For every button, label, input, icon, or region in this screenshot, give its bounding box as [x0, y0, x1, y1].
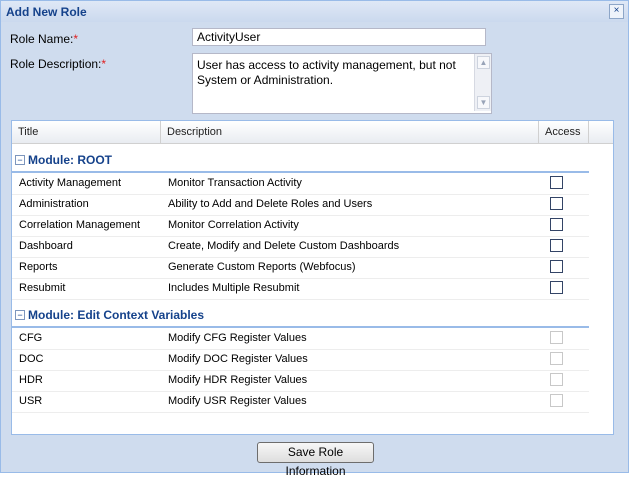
row-title: Administration [19, 198, 89, 210]
column-header-description[interactable]: Description [161, 121, 539, 143]
row-title: Dashboard [19, 240, 73, 252]
row-description: Monitor Correlation Activity [168, 219, 299, 231]
row-title: USR [19, 395, 43, 407]
access-checkbox[interactable] [550, 176, 563, 189]
role-name-label: Role Name:* [10, 32, 78, 46]
role-description-label-text: Role Description: [10, 57, 102, 71]
group-title: Module: ROOT [28, 153, 112, 167]
scroll-down-icon[interactable]: ▼ [477, 96, 490, 109]
row-title: Correlation Management [19, 219, 141, 231]
grid-header: Title Description Access [12, 121, 613, 144]
table-row: CFG Modify CFG Register Values [12, 328, 589, 350]
row-description: Create, Modify and Delete Custom Dashboa… [168, 240, 400, 252]
access-checkbox[interactable] [550, 197, 563, 210]
column-header-access[interactable]: Access [539, 121, 589, 143]
row-title: Reports [19, 261, 58, 273]
role-description-value: User has access to activity management, … [197, 58, 456, 87]
table-row: Reports Generate Custom Reports (Webfocus… [12, 257, 589, 279]
table-row: Resubmit Includes Multiple Resubmit [12, 278, 589, 300]
dialog-title: Add New Role [6, 5, 87, 19]
role-description-label: Role Description:* [10, 57, 106, 71]
access-checkbox[interactable] [550, 239, 563, 252]
role-name-label-text: Role Name: [10, 32, 74, 46]
role-name-input[interactable] [192, 28, 486, 46]
row-description: Modify HDR Register Values [168, 374, 308, 386]
row-description: Includes Multiple Resubmit [168, 282, 300, 294]
group-header-root[interactable]: − Module: ROOT [12, 151, 589, 173]
role-description-textarea[interactable]: User has access to activity management, … [192, 53, 492, 114]
table-row: USR Modify USR Register Values [12, 391, 589, 413]
row-description: Modify DOC Register Values [168, 353, 308, 365]
row-title: Resubmit [19, 282, 66, 294]
access-checkbox-disabled [550, 373, 563, 386]
access-checkbox-disabled [550, 394, 563, 407]
column-header-title[interactable]: Title [12, 121, 161, 143]
row-description: Monitor Transaction Activity [168, 177, 302, 189]
dialog-titlebar: Add New Role × [1, 1, 628, 22]
table-row: DOC Modify DOC Register Values [12, 349, 589, 371]
table-row: Correlation Management Monitor Correlatio… [12, 215, 589, 237]
close-icon[interactable]: × [609, 4, 624, 19]
row-description: Modify CFG Register Values [168, 332, 307, 344]
group-header-edit-context-variables[interactable]: − Module: Edit Context Variables [12, 306, 589, 328]
table-row: Dashboard Create, Modify and Delete Custo… [12, 236, 589, 258]
permissions-grid: Title Description Access − Module: ROOT … [11, 120, 614, 435]
required-marker: * [73, 32, 79, 46]
add-role-dialog: Add New Role × Role Name:* Role Descript… [0, 0, 629, 478]
row-description: Modify USR Register Values [168, 395, 307, 407]
access-checkbox-disabled [550, 331, 563, 344]
row-title: DOC [19, 353, 44, 365]
scroll-up-icon[interactable]: ▲ [477, 56, 490, 69]
row-title: CFG [19, 332, 43, 344]
collapse-icon[interactable]: − [15, 310, 25, 320]
save-role-button[interactable]: Save Role Information [257, 442, 374, 478]
access-checkbox[interactable] [550, 260, 563, 273]
description-scrollbar[interactable]: ▲ ▼ [474, 54, 491, 111]
row-description: Generate Custom Reports (Webfocus) [168, 261, 356, 273]
collapse-icon[interactable]: − [15, 155, 25, 165]
group-title: Module: Edit Context Variables [28, 308, 205, 322]
table-row: Activity Management Monitor Transaction A… [12, 173, 589, 195]
access-checkbox-disabled [550, 352, 563, 365]
access-checkbox[interactable] [550, 281, 563, 294]
row-description: Ability to Add and Delete Roles and User… [168, 198, 373, 210]
row-title: HDR [19, 374, 43, 386]
table-row: HDR Modify HDR Register Values [12, 370, 589, 392]
table-row: Administration Ability to Add and Delete … [12, 194, 589, 216]
required-marker: * [101, 57, 107, 71]
access-checkbox[interactable] [550, 218, 563, 231]
row-title: Activity Management [19, 177, 122, 189]
